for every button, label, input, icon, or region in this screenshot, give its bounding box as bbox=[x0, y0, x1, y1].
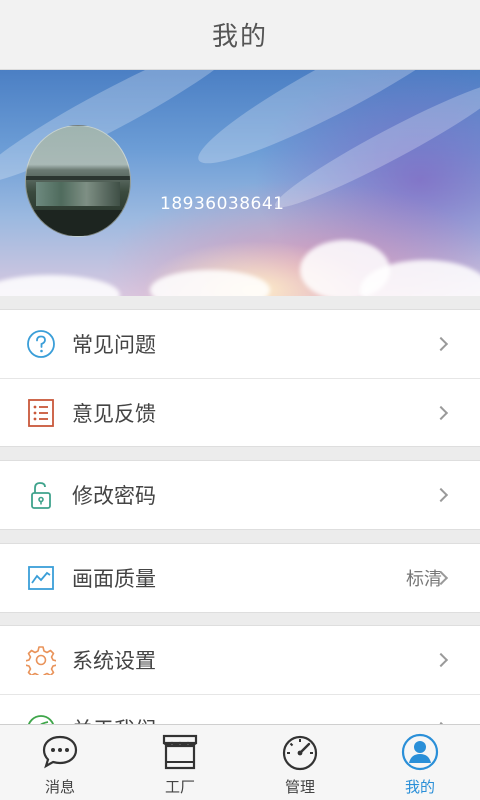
menu-item-feedback[interactable]: 意见反馈 bbox=[0, 378, 480, 446]
chat-bubble-icon bbox=[39, 731, 81, 773]
menu-item-video-quality[interactable]: 画面质量 标清 bbox=[0, 544, 480, 612]
tab-label: 工厂 bbox=[164, 778, 195, 796]
list-document-icon bbox=[26, 398, 56, 428]
user-phone-number: 18936038641 bbox=[160, 194, 285, 214]
title-bar: 我的 bbox=[0, 0, 480, 70]
speedometer-icon bbox=[279, 731, 321, 773]
menu-item-label: 系统设置 bbox=[72, 649, 156, 673]
menu-group-help: 常见问题 意见反馈 bbox=[0, 309, 480, 447]
tab-label: 管理 bbox=[284, 778, 315, 796]
user-icon bbox=[399, 731, 441, 773]
shop-icon bbox=[159, 731, 201, 773]
bottom-tab-bar: 消息 工厂 管理 我的 bbox=[0, 724, 480, 800]
menu-group-video: 画面质量 标清 bbox=[0, 543, 480, 613]
tab-label: 消息 bbox=[44, 778, 75, 796]
tab-messages[interactable]: 消息 bbox=[0, 725, 120, 800]
chevron-right-icon bbox=[433, 652, 449, 668]
tab-factory[interactable]: 工厂 bbox=[120, 725, 240, 800]
question-circle-icon bbox=[26, 329, 56, 359]
chevron-right-icon bbox=[433, 405, 449, 420]
avatar[interactable] bbox=[25, 125, 131, 237]
menu-item-faq[interactable]: 常见问题 bbox=[0, 310, 480, 378]
menu-item-change-password[interactable]: 修改密码 bbox=[0, 461, 480, 529]
tab-label: 我的 bbox=[404, 778, 435, 796]
tab-mine[interactable]: 我的 bbox=[360, 725, 480, 800]
unlock-icon bbox=[26, 480, 56, 510]
menu-item-label: 画面质量 bbox=[72, 567, 156, 591]
tab-manage[interactable]: 管理 bbox=[240, 725, 360, 800]
menu-group-security: 修改密码 bbox=[0, 460, 480, 530]
gear-icon bbox=[26, 645, 56, 675]
menu-item-label: 常见问题 bbox=[72, 333, 156, 357]
menu-item-settings[interactable]: 系统设置 bbox=[0, 626, 480, 694]
page-title: 我的 bbox=[211, 22, 268, 52]
menu-item-label: 修改密码 bbox=[72, 484, 156, 508]
chevron-right-icon bbox=[433, 336, 449, 352]
chevron-right-icon bbox=[433, 487, 449, 503]
line-chart-icon bbox=[26, 563, 56, 593]
menu-item-label: 意见反馈 bbox=[72, 401, 156, 426]
